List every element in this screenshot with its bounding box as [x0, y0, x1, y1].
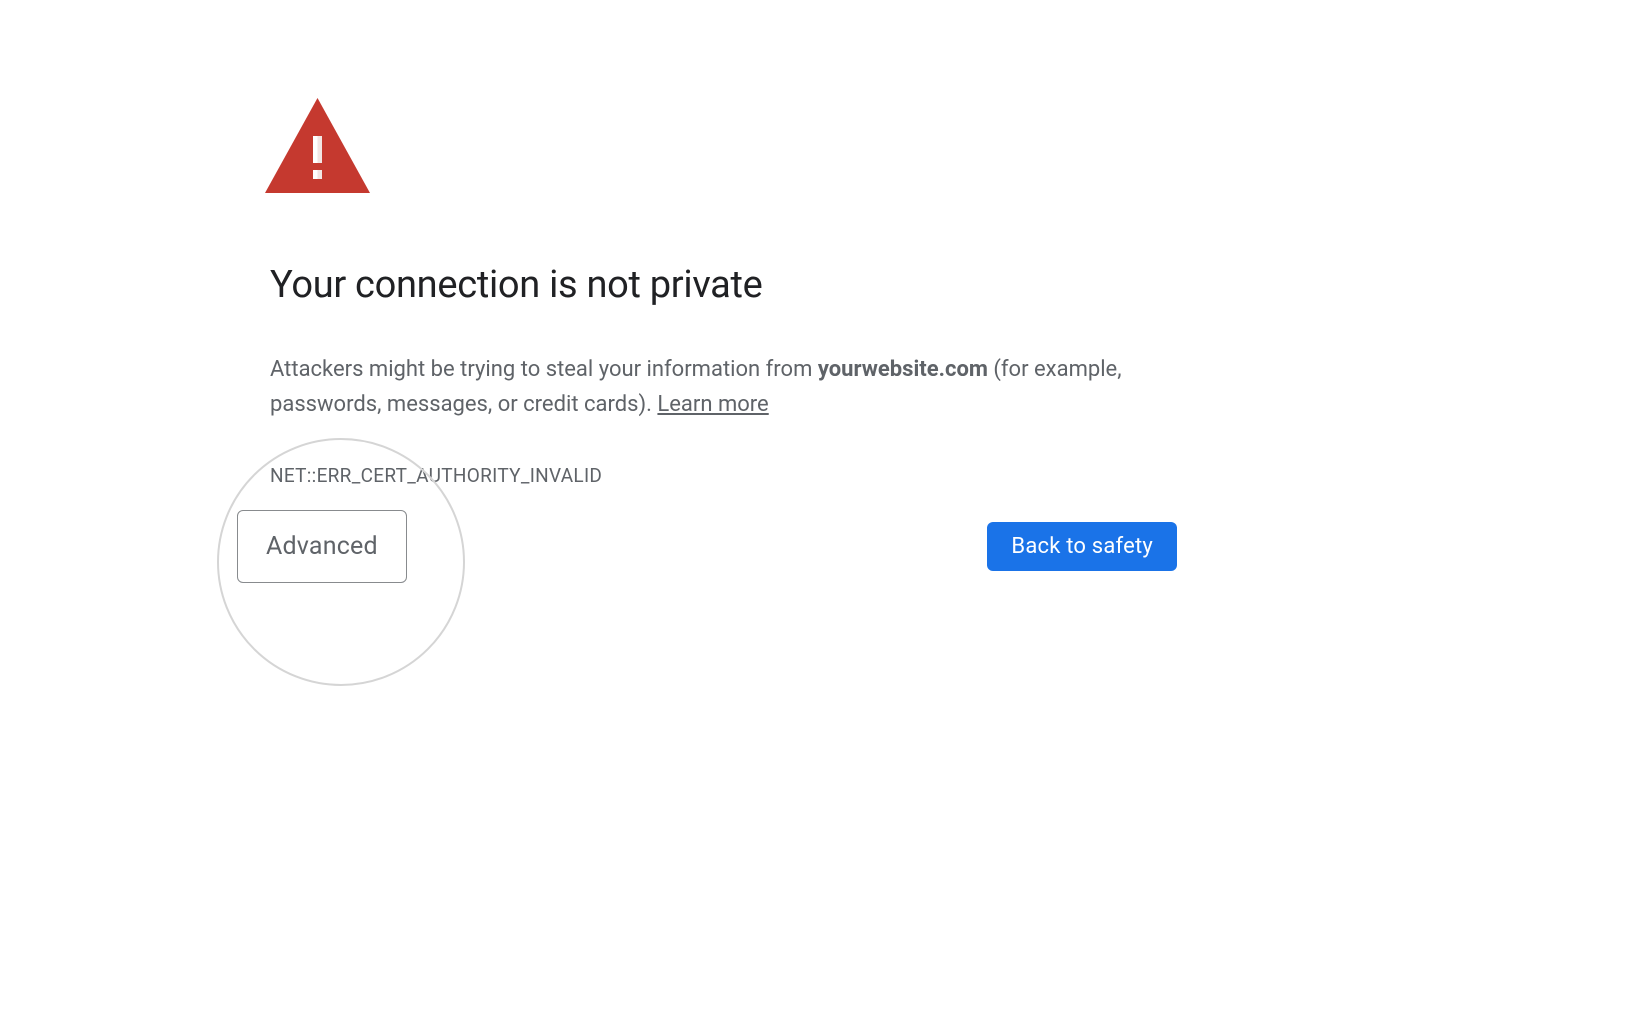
- action-button-row: Advanced Back to safety: [237, 510, 1182, 583]
- security-warning-panel: Your connection is not private Attackers…: [270, 98, 1180, 487]
- warning-triangle-icon: [265, 98, 370, 193]
- advanced-button[interactable]: Advanced: [237, 510, 407, 583]
- error-code: NET::ERR_CERT_AUTHORITY_INVALID: [270, 464, 1180, 487]
- learn-more-link[interactable]: Learn more: [657, 392, 768, 417]
- warning-heading: Your connection is not private: [270, 263, 1180, 307]
- description-host: yourwebsite.com: [818, 357, 988, 382]
- description-prefix: Attackers might be trying to steal your …: [270, 357, 818, 382]
- back-to-safety-button[interactable]: Back to safety: [987, 522, 1177, 571]
- warning-description: Attackers might be trying to steal your …: [270, 352, 1180, 422]
